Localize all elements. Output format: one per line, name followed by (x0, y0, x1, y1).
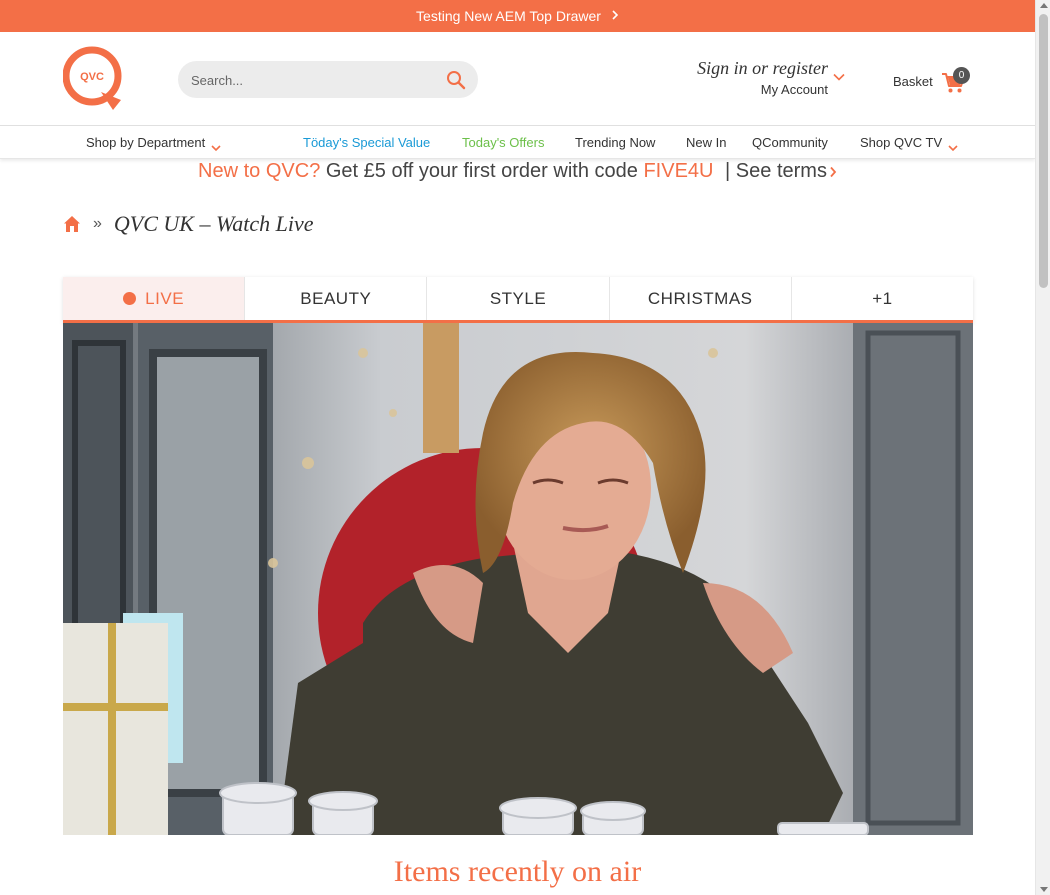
chevron-down-icon (948, 140, 958, 151)
tab-beauty[interactable]: BEAUTY (245, 277, 428, 320)
tab-plus-one[interactable]: +1 (791, 277, 974, 320)
tab-christmas[interactable]: CHRISTMAS (609, 277, 792, 320)
promo-bar[interactable]: Testing New AEM Top Drawer (0, 0, 1035, 32)
search-input[interactable] (191, 70, 431, 90)
nav-shop-qvc-tv[interactable]: Shop QVC TV (860, 135, 958, 151)
tab-label: LIVE (145, 288, 185, 308)
offer-text: Get £5 off your first order with code (325, 160, 638, 182)
nav-new-in[interactable]: New In (686, 135, 726, 150)
nav-todays-offers[interactable]: Today's Offers (462, 135, 544, 150)
nav-label: Shop by Department (86, 135, 206, 150)
live-video-player[interactable] (63, 323, 973, 835)
chevron-right-icon (611, 9, 619, 23)
account-menu[interactable]: Sign in or register My Account (660, 58, 850, 102)
tab-style[interactable]: STYLE (427, 277, 610, 320)
scroll-down-icon[interactable] (1040, 887, 1048, 892)
tab-label: +1 (872, 288, 893, 308)
promo-text: Testing New AEM Top Drawer (416, 8, 601, 24)
page-title: QVC UK – Watch Live (113, 211, 314, 236)
page-scrollbar[interactable] (1035, 0, 1050, 895)
scrollbar-thumb[interactable] (1039, 14, 1048, 288)
nav-shop-by-department[interactable]: Shop by Department (86, 135, 221, 151)
tab-label: CHRISTMAS (647, 288, 753, 308)
nav-label: Shop QVC TV (860, 135, 943, 150)
see-terms-label: | See terms (725, 160, 827, 182)
logo-text: QVC (80, 71, 104, 83)
channel-tabs: LIVE BEAUTY STYLE CHRISTMAS +1 (63, 277, 974, 323)
my-account-label: My Account (760, 82, 828, 97)
basket-button[interactable]: Basket 0 (893, 67, 973, 98)
tab-live[interactable]: LIVE (63, 277, 246, 320)
basket-label: Basket (893, 74, 933, 89)
scroll-up-icon[interactable] (1040, 3, 1048, 8)
site-header: QVC Sign in or register My Account Baske… (0, 32, 1035, 126)
qvc-logo[interactable]: QVC (62, 46, 125, 112)
breadcrumb-separator: » (93, 215, 102, 232)
offer-highlight: New to QVC? (198, 160, 321, 182)
basket-count-badge: 0 (953, 67, 970, 84)
video-frame (63, 323, 973, 835)
breadcrumb: » QVC UK – Watch Live (63, 210, 314, 238)
nav-todays-special-value[interactable]: Töday's Special Value (303, 135, 430, 150)
signin-link[interactable]: Sign in or register (697, 58, 828, 79)
live-dot-icon (123, 292, 137, 305)
new-customer-offer[interactable]: New to QVC? Get £5 off your first order … (0, 160, 1035, 194)
chevron-down-icon (833, 70, 845, 82)
nav-trending-now[interactable]: Trending Now (575, 135, 655, 150)
chevron-right-icon (830, 166, 837, 177)
see-terms-link[interactable]: | See terms (725, 160, 837, 182)
search-bar (178, 61, 478, 98)
search-icon[interactable] (446, 70, 466, 90)
chevron-down-icon (211, 140, 221, 151)
nav-qcommunity[interactable]: QCommunity (752, 135, 828, 150)
home-icon[interactable] (63, 215, 81, 233)
tab-label: STYLE (489, 288, 547, 308)
main-nav: Shop by Department Töday's Special Value… (0, 126, 1035, 159)
tab-label: BEAUTY (300, 288, 372, 308)
offer-code: FIVE4U (643, 160, 714, 182)
recently-on-air-heading: Items recently on air (393, 855, 642, 888)
